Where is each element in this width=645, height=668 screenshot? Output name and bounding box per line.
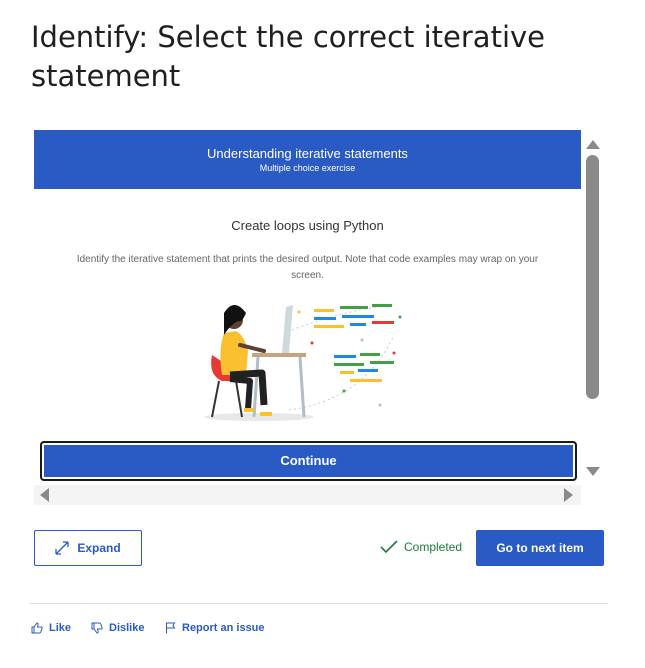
thumbs-up-icon — [31, 622, 43, 634]
dislike-button[interactable]: Dislike — [91, 622, 144, 634]
thumbs-down-icon — [91, 622, 103, 634]
scroll-up-arrow-icon[interactable] — [586, 140, 600, 149]
checkmark-icon — [380, 540, 398, 554]
scroll-right-arrow-icon[interactable] — [564, 488, 573, 502]
scroll-down-arrow-icon[interactable] — [586, 467, 600, 476]
completed-status: Completed — [380, 540, 462, 554]
coding-illustration — [204, 304, 402, 421]
vertical-scrollbar[interactable] — [583, 130, 603, 476]
exercise-frame: Understanding iterative statements Multi… — [34, 130, 603, 506]
exercise-header-title: Understanding iterative statements — [207, 146, 408, 161]
footer-divider — [30, 603, 608, 604]
exercise-content-description: Identify the iterative statement that pr… — [76, 254, 539, 281]
completed-label: Completed — [404, 540, 463, 554]
exercise-content-title: Create loops using Python — [231, 218, 384, 233]
expand-label: Expand — [77, 541, 121, 555]
exercise-header: Understanding iterative statements Multi… — [34, 130, 581, 189]
vertical-scroll-thumb[interactable] — [586, 155, 599, 399]
like-label: Like — [49, 622, 72, 634]
like-button[interactable]: Like — [31, 622, 71, 634]
report-issue-label: Report an issue — [182, 622, 265, 634]
page-title: Identify: Select the correct iterative s… — [31, 20, 545, 93]
expand-button[interactable]: Expand — [34, 530, 142, 566]
flag-icon — [166, 622, 176, 634]
exercise-header-subtitle: Multiple choice exercise — [259, 163, 356, 173]
scroll-left-arrow-icon[interactable] — [40, 488, 49, 502]
go-to-next-item-button[interactable]: Go to next item — [476, 530, 604, 566]
expand-icon — [55, 541, 69, 555]
report-issue-button[interactable]: Report an issue — [165, 622, 265, 634]
horizontal-scrollbar[interactable] — [34, 485, 581, 505]
continue-button[interactable]: Continue — [40, 441, 577, 481]
dislike-label: Dislike — [109, 622, 145, 634]
